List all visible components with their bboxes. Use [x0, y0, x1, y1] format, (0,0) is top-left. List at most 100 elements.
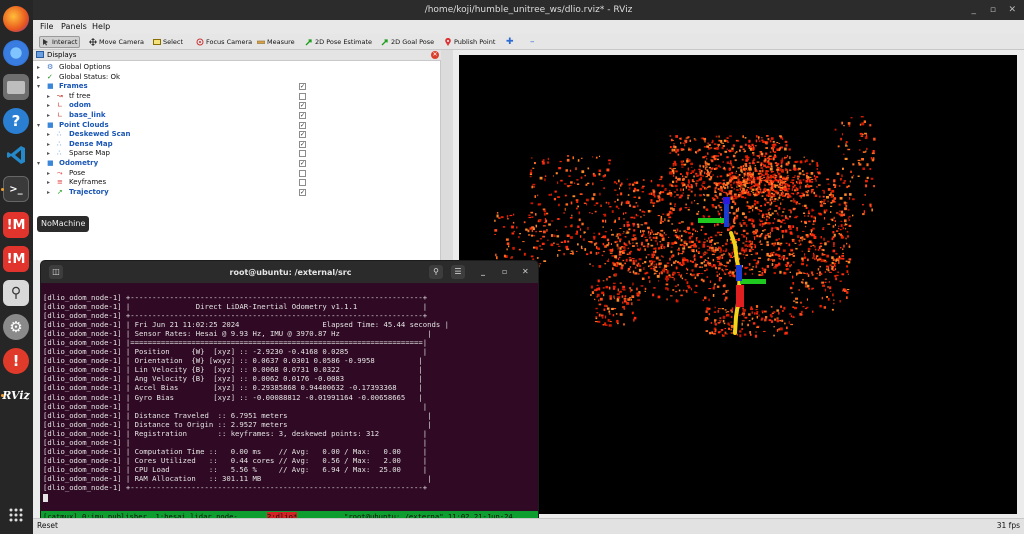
maximize-icon[interactable]: ▫	[990, 5, 996, 15]
remove-tool-button[interactable]: –	[530, 36, 535, 48]
expand-right-icon[interactable]: ▸	[47, 170, 50, 177]
expand-down-icon[interactable]: ▾	[37, 122, 40, 129]
enable-checkbox[interactable]: ✓	[299, 140, 306, 148]
expand-right-icon[interactable]: ▸	[47, 131, 50, 138]
cloud-point	[539, 176, 543, 180]
interact-tool[interactable]: Interact	[39, 36, 81, 48]
reset-button[interactable]: Reset	[37, 521, 58, 530]
display-item[interactable]: ▸ ∴ Sparse Map	[33, 149, 441, 159]
cloud-point	[791, 292, 794, 294]
display-item[interactable]: ▸ ∴ Deskewed Scan ✓	[33, 130, 441, 140]
help-icon[interactable]: ?	[3, 108, 29, 134]
enable-checkbox[interactable]	[299, 92, 306, 100]
vscode-icon[interactable]	[3, 142, 29, 168]
close-panel-icon[interactable]: ✕	[431, 51, 439, 59]
rviz-icon[interactable]: RViz	[2, 382, 30, 408]
expand-right-icon[interactable]: ▸	[37, 64, 40, 71]
enable-checkbox[interactable]: ✓	[299, 102, 306, 110]
enable-checkbox[interactable]	[299, 150, 306, 158]
expand-right-icon[interactable]: ▸	[37, 74, 40, 81]
hamburger-menu-icon[interactable]: ☰	[451, 265, 465, 279]
expand-down-icon[interactable]: ▾	[37, 160, 40, 167]
close-icon[interactable]: ✕	[522, 267, 529, 276]
nomachine-icon[interactable]: !M	[3, 246, 29, 272]
cloud-point	[687, 268, 689, 271]
terminal-window[interactable]: ◫ root@ubuntu: /external/src ⚲ ☰ _ ▫ ✕ […	[40, 260, 539, 521]
cloud-point	[677, 284, 679, 286]
enable-checkbox[interactable]: ✓	[299, 83, 306, 91]
update-icon[interactable]: !	[3, 348, 29, 374]
minimize-icon[interactable]: _	[972, 5, 977, 15]
cloud-point	[773, 218, 776, 220]
minimize-icon[interactable]: _	[481, 267, 485, 276]
cloud-point	[695, 151, 697, 153]
enable-checkbox[interactable]: ✓	[299, 160, 306, 167]
focus-camera-tool[interactable]: Focus Camera	[196, 36, 252, 48]
terminal-icon[interactable]: >_	[3, 176, 29, 202]
cloud-point	[725, 296, 728, 300]
enable-checkbox[interactable]: ✓	[299, 131, 306, 139]
expand-right-icon[interactable]: ▸	[47, 102, 50, 109]
settings-icon[interactable]: ⚙	[3, 314, 29, 340]
display-item[interactable]: ▾ ■ Odometry ✓	[33, 159, 441, 169]
nomachine-icon[interactable]: !M	[3, 212, 29, 238]
apps-grid-icon[interactable]	[3, 502, 29, 528]
select-tool[interactable]: Select	[153, 36, 183, 48]
display-item[interactable]: ▸ ↝ tf tree	[33, 92, 441, 102]
move-camera-tool[interactable]: Move Camera	[89, 36, 144, 48]
cloud-point	[757, 235, 759, 238]
menu-file[interactable]: File	[40, 22, 53, 31]
cloud-point	[775, 205, 778, 207]
expand-right-icon[interactable]: ▸	[47, 93, 50, 100]
cloud-point	[596, 284, 599, 286]
display-item[interactable]: ▸ ⚙ Global Options	[33, 63, 441, 73]
expand-down-icon[interactable]: ▾	[37, 83, 40, 90]
display-item[interactable]: ▸ ✓ Global Status: Ok	[33, 73, 441, 83]
magnifier-icon[interactable]: ⚲	[3, 280, 29, 306]
enable-checkbox[interactable]	[299, 169, 306, 177]
measure-tool[interactable]: Measure	[257, 36, 295, 48]
search-icon[interactable]: ⚲	[429, 265, 443, 279]
display-item[interactable]: ▸ ∴ Dense Map ✓	[33, 140, 441, 150]
cloud-point	[720, 329, 724, 331]
enable-checkbox[interactable]	[299, 179, 306, 187]
display-item[interactable]: ▸ ∟ odom ✓	[33, 101, 441, 111]
files-icon[interactable]	[3, 74, 29, 100]
cloud-point	[627, 298, 631, 301]
close-icon[interactable]: ✕	[1008, 5, 1016, 15]
cloud-point	[749, 148, 752, 151]
expand-right-icon[interactable]: ▸	[47, 150, 50, 157]
enable-checkbox[interactable]: ✓	[299, 121, 306, 129]
pose-estimate-tool[interactable]: 2D Pose Estimate	[305, 36, 372, 48]
display-item[interactable]: ▾ ■ Point Clouds ✓	[33, 121, 441, 131]
add-tool-button[interactable]: ✚	[506, 36, 514, 48]
expand-right-icon[interactable]: ▸	[47, 112, 50, 119]
firefox-icon[interactable]	[3, 6, 29, 32]
cloud-point	[567, 240, 570, 243]
expand-right-icon[interactable]: ▸	[47, 189, 50, 196]
display-item[interactable]: ▸ ∟ base_link ✓	[33, 111, 441, 121]
expand-right-icon[interactable]: ▸	[47, 141, 50, 148]
publish-point-tool[interactable]: Publish Point	[444, 36, 495, 48]
cloud-point	[807, 185, 810, 188]
cloud-point	[593, 232, 595, 234]
3d-viewport[interactable]	[459, 55, 1017, 514]
goal-pose-tool[interactable]: 2D Goal Pose	[381, 36, 434, 48]
display-item[interactable]: ▾ ■ Frames ✓	[33, 82, 441, 92]
menu-panels[interactable]: Panels	[61, 22, 87, 31]
cloud-point	[654, 266, 658, 269]
display-item[interactable]: ▸ ≡ Keyframes	[33, 178, 441, 188]
display-item[interactable]: ▸ ⤳ Pose	[33, 169, 441, 179]
expand-right-icon[interactable]: ▸	[47, 179, 50, 186]
maximize-icon[interactable]: ▫	[502, 267, 507, 276]
cloud-point	[669, 190, 671, 192]
enable-checkbox[interactable]: ✓	[299, 112, 306, 119]
enable-checkbox[interactable]: ✓	[299, 188, 306, 196]
cloud-point	[624, 262, 626, 265]
chromium-icon[interactable]	[3, 40, 29, 66]
terminal-titlebar: ◫ root@ubuntu: /external/src ⚲ ☰ _ ▫ ✕	[41, 261, 538, 283]
cloud-point	[818, 274, 821, 276]
cloud-point	[823, 202, 826, 205]
display-item[interactable]: ▸ ➚ Trajectory ✓	[33, 188, 441, 198]
menu-help[interactable]: Help	[92, 22, 110, 31]
